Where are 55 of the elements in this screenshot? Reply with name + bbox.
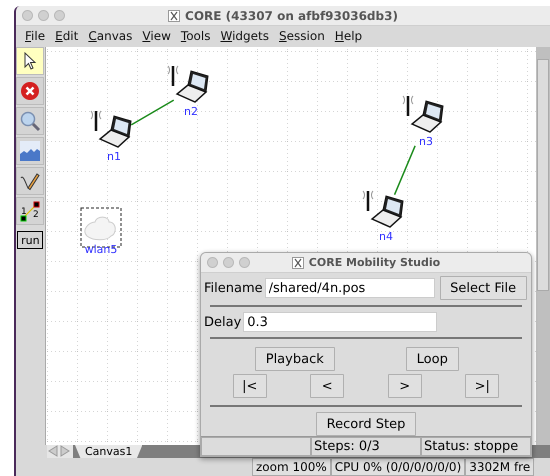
x-window-icon <box>168 10 180 22</box>
menu-item[interactable]: View <box>137 28 176 42</box>
menu-item[interactable]: Help <box>330 28 368 42</box>
plot-tool-button[interactable] <box>16 137 44 165</box>
scrollbar[interactable] <box>536 47 550 445</box>
status-field: CPU 0% (0/0/0/0/0/0) <box>330 458 466 476</box>
node-label: n4 <box>378 230 393 243</box>
antenna-icon <box>167 66 178 86</box>
dialog-title: CORE Mobility Studio <box>308 256 440 269</box>
dialog-button[interactable]: Playback <box>254 347 335 371</box>
zoom-tool-button[interactable] <box>16 107 44 135</box>
link-line[interactable] <box>130 99 174 126</box>
menu-item[interactable]: File <box>20 28 50 42</box>
step-button[interactable]: < <box>310 374 344 398</box>
x-window-icon <box>292 256 304 268</box>
menu-item[interactable]: Canvas <box>83 28 138 42</box>
node-label: n3 <box>418 135 433 148</box>
chart-icon <box>19 140 42 162</box>
select-file-button[interactable]: Select File <box>440 276 527 300</box>
select-tool-button[interactable] <box>16 47 44 75</box>
laptop-icon[interactable] <box>98 115 132 148</box>
link-line[interactable] <box>394 146 416 196</box>
step-button[interactable]: > <box>388 374 422 398</box>
field-label: Filename <box>204 280 263 296</box>
menu-item[interactable]: Edit <box>50 28 84 42</box>
stop-icon <box>19 80 42 102</box>
antenna-icon <box>90 110 102 131</box>
menu-item[interactable]: Widgets <box>215 28 274 42</box>
status-field: Steps: 0/3 <box>311 437 421 456</box>
antenna-icon <box>402 96 414 116</box>
status-field: Status: stoppe <box>421 437 531 456</box>
laptop-icon[interactable] <box>175 70 208 103</box>
delay-field[interactable]: 0.3 <box>243 312 438 332</box>
magnifier-icon <box>19 110 42 132</box>
stop-tool-button[interactable] <box>16 77 44 105</box>
record-step-button[interactable]: Record Step <box>316 412 416 436</box>
field-label: Delay <box>204 314 242 330</box>
status-field: zoom 100% <box>252 458 331 476</box>
laptop-icon[interactable] <box>410 100 444 133</box>
laptop-icon[interactable] <box>370 195 404 228</box>
step-button[interactable]: |< <box>232 374 267 398</box>
node-label: wlan5 <box>84 243 118 256</box>
filename-field[interactable]: /shared/4n.pos <box>264 278 435 298</box>
run-button[interactable]: run <box>17 231 44 249</box>
node-label: n2 <box>184 105 198 118</box>
step-button[interactable]: >| <box>465 374 500 398</box>
draw-tool-button[interactable] <box>16 167 44 195</box>
menu-item[interactable]: Session <box>274 28 330 42</box>
node-label: n1 <box>106 150 121 163</box>
menu-item[interactable]: Tools <box>176 28 216 42</box>
dialog-button[interactable]: Loop <box>406 347 459 371</box>
window-title: CORE (43307 on afbf93036db3) <box>185 8 398 22</box>
status-field: 3302M fre <box>465 458 534 476</box>
canvas-tab[interactable]: Canvas1 <box>75 445 142 458</box>
antenna-icon <box>362 190 374 211</box>
